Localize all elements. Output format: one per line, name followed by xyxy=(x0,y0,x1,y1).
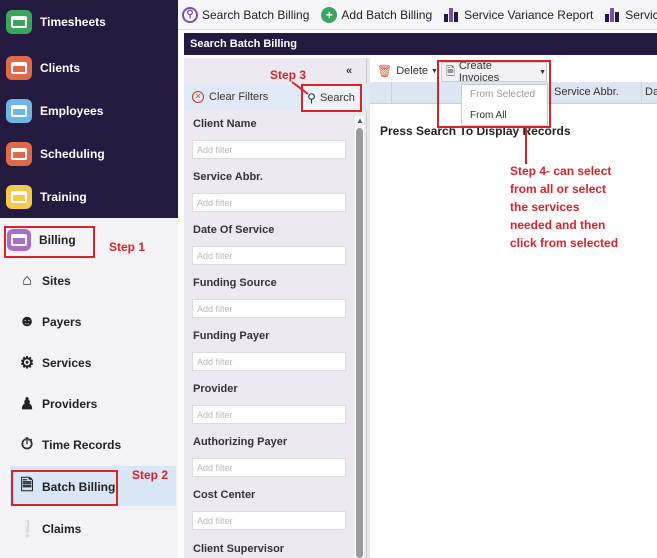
sidebar-item-scheduling[interactable]: Scheduling xyxy=(0,132,178,175)
filter-label: Service Abbr. xyxy=(193,171,263,183)
column-divider xyxy=(641,82,642,104)
sidebar-item-training[interactable]: Training xyxy=(0,175,178,218)
annotation-box-billing xyxy=(4,226,95,258)
plus-icon: + xyxy=(321,6,338,23)
clear-filters-label: Clear Filters xyxy=(209,91,269,103)
delete-button[interactable]: 🗑 Delete ▼ xyxy=(377,64,438,78)
scroll-up-icon[interactable]: ▲ xyxy=(356,116,364,125)
filter-label: Date Of Service xyxy=(193,224,275,236)
sidebar-item-label: Timesheets xyxy=(40,15,106,29)
service-variance-button[interactable]: Service Varianc xyxy=(601,0,657,30)
annotation-step-4-line: from all or select xyxy=(510,182,607,196)
annotation-line xyxy=(525,128,527,164)
payer-icon: ☻ xyxy=(18,313,36,330)
timesheets-icon xyxy=(6,10,32,34)
column-divider xyxy=(391,82,392,104)
annotation-box-create-invoices xyxy=(437,60,551,128)
service-variance-report-button[interactable]: Service Variance Report xyxy=(440,0,597,30)
claims-icon: ❕ xyxy=(17,521,37,538)
filter-label: Cost Center xyxy=(193,489,256,501)
sidebar-item-label: Providers xyxy=(42,397,98,411)
column-header-date[interactable]: Da xyxy=(645,86,657,98)
providers-icon: ♟ xyxy=(19,396,35,413)
folder-icon xyxy=(6,98,32,123)
filter-label: Funding Payer xyxy=(193,330,270,342)
add-batch-billing-button[interactable]: + Add Batch Billing xyxy=(317,0,436,30)
search-icon: ⚲ xyxy=(182,6,198,23)
sidebar-item-payers[interactable]: ☻ Payers xyxy=(0,302,178,342)
annotation-arrow xyxy=(291,81,309,95)
time-records-icon: ⏱ xyxy=(20,436,34,453)
filter-input[interactable] xyxy=(192,352,346,371)
sidebar-item-services[interactable]: ⚙ Services xyxy=(0,343,178,383)
filter-input[interactable] xyxy=(192,246,346,265)
annotation-step-4: Step 4- can select from all or select th… xyxy=(510,162,618,252)
filter-input[interactable] xyxy=(192,140,346,159)
collapse-filters-button[interactable]: « xyxy=(346,65,352,77)
delete-label: Delete xyxy=(396,65,429,77)
sidebar-item-employees[interactable]: Employees xyxy=(0,89,178,132)
sidebar-item-label: Payers xyxy=(42,315,82,329)
services-icon: ⚙ xyxy=(19,355,35,372)
bar-chart-icon xyxy=(605,7,620,22)
sidebar-item-claims[interactable]: ❕ Claims xyxy=(0,509,178,549)
sidebar-item-label: Clients xyxy=(40,60,81,75)
sidebar-item-sites[interactable]: ⌂ Sites xyxy=(0,261,178,301)
panel-title: Search Batch Billing xyxy=(190,38,297,50)
filter-label: Provider xyxy=(193,383,238,395)
app-window: Timesheets Clients Employees Scheduling … xyxy=(0,0,657,558)
bar-chart-icon xyxy=(444,7,459,22)
folder-icon xyxy=(6,184,32,209)
sidebar-item-label: Claims xyxy=(42,522,82,536)
panel-title-bar: Search Batch Billing xyxy=(184,33,657,55)
column-header-service-abbr[interactable]: Service Abbr. xyxy=(554,86,619,98)
sidebar-item-label: Time Records xyxy=(42,438,122,452)
filter-input[interactable] xyxy=(192,458,346,477)
annotation-step-2: Step 2 xyxy=(132,468,169,482)
clear-filters-button[interactable]: × Clear Filters xyxy=(192,91,268,103)
scrollbar-thumb[interactable] xyxy=(356,128,363,558)
annotation-step-4-line: needed and then xyxy=(510,218,606,232)
annotation-box-batch-billing xyxy=(11,470,118,506)
sidebar-item-providers[interactable]: ♟ Providers xyxy=(0,384,178,424)
folder-icon xyxy=(6,55,32,80)
toolbar-label: Service Variance Report xyxy=(464,7,594,22)
sidebar-item-time-records[interactable]: ⏱ Time Records xyxy=(0,425,178,465)
house-icon: ⌂ xyxy=(22,272,32,289)
clear-icon: × xyxy=(192,91,204,103)
filter-input[interactable] xyxy=(192,511,346,530)
toolbar-label: Add Batch Billing xyxy=(341,7,433,22)
sidebar-item-label: Scheduling xyxy=(40,146,105,161)
toolbar-label: Search Batch Billing xyxy=(202,7,310,22)
filter-input[interactable] xyxy=(192,299,346,318)
filter-label: Client Supervisor xyxy=(193,543,285,555)
annotation-step-4-line: the services xyxy=(510,200,580,214)
search-batch-billing-button[interactable]: ⚲ Search Batch Billing xyxy=(178,0,313,30)
sidebar-item-label: Services xyxy=(42,356,92,370)
filter-label: Funding Source xyxy=(193,277,277,289)
sidebar-item-label: Sites xyxy=(42,274,71,288)
top-toolbar: ⚲ Search Batch Billing + Add Batch Billi… xyxy=(178,0,657,30)
filter-input[interactable] xyxy=(192,193,346,212)
annotation-step-4-line: Step 4- can select xyxy=(510,164,612,178)
filter-input[interactable] xyxy=(192,405,346,424)
toolbar-label: Service Varianc xyxy=(625,7,657,22)
annotation-step-1: Step 1 xyxy=(109,240,146,254)
filter-label: Authorizing Payer xyxy=(193,436,288,448)
trash-icon: 🗑 xyxy=(377,64,393,78)
filter-label: Client Name xyxy=(193,118,257,130)
annotation-step-4-line: click from selected xyxy=(510,236,619,250)
sidebar-item-label: Employees xyxy=(40,103,104,118)
sidebar-item-label: Training xyxy=(40,189,87,204)
folder-icon xyxy=(6,141,32,166)
sidebar-item-timesheets[interactable]: Timesheets xyxy=(0,2,178,42)
sidebar-item-clients[interactable]: Clients xyxy=(0,46,178,89)
